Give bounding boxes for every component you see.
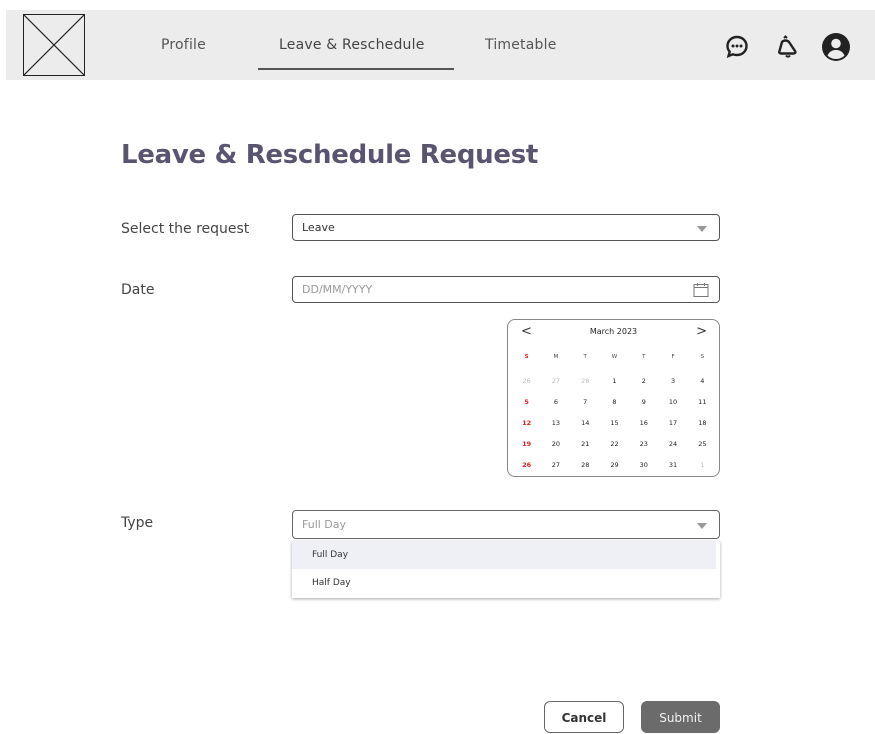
calendar-day[interactable]: 9 [629, 398, 658, 406]
type-label: Type [121, 515, 154, 531]
nav-tab-profile[interactable]: Profile [161, 37, 206, 53]
calendar-weekday-label: S [700, 354, 705, 360]
calendar-week-row: 26 27 28 29 30 31 1 [512, 454, 717, 475]
calendar-day[interactable]: 13 [541, 419, 570, 427]
calendar-next-month-button[interactable]: > [696, 325, 707, 338]
calendar-day[interactable]: 10 [658, 398, 687, 406]
request-select[interactable]: Leave [292, 214, 720, 241]
type-select[interactable]: Full Day [292, 510, 720, 539]
submit-button[interactable]: Submit [641, 701, 720, 733]
calendar-day[interactable]: 20 [541, 440, 570, 448]
date-picker-calendar: < March 2023 > S M T W T F S 26 27 28 1 2 3 4 5 6 7 8 9 10 1… [507, 319, 720, 477]
calendar-day[interactable]: 17 [658, 419, 687, 427]
calendar-day[interactable]: 1 [688, 461, 717, 469]
calendar-day[interactable]: 15 [600, 419, 629, 427]
type-select-placeholder: Full Day [302, 518, 347, 531]
request-select-value: Leave [302, 221, 335, 234]
calendar-month-title: March 2023 [589, 327, 638, 336]
calendar-weekday-label: M [553, 354, 559, 360]
calendar-grid: S M T W T F S 26 27 28 1 2 3 4 5 6 7 8 9 10 11 12 13 14 15 16 17 18… [512, 350, 717, 475]
calendar-day[interactable]: 1 [600, 377, 629, 385]
calendar-day[interactable]: 12 [512, 419, 541, 427]
page-title: Leave & Reschedule Request [121, 140, 539, 170]
bell-icon[interactable] [775, 34, 801, 60]
calendar-week-row: 12 13 14 15 16 17 18 [512, 412, 717, 433]
nav-tab-leave-reschedule[interactable]: Leave & Reschedule [279, 37, 425, 53]
calendar-day[interactable]: 26 [512, 377, 541, 385]
calendar-day[interactable]: 25 [688, 440, 717, 448]
nav-tab-timetable[interactable]: Timetable [485, 37, 557, 53]
calendar-day[interactable]: 27 [541, 377, 570, 385]
type-dropdown-list: Full Day Half Day [292, 541, 720, 598]
calendar-weekday-label: W [611, 354, 618, 360]
calendar-week-row: 19 20 21 22 23 24 25 [512, 433, 717, 454]
calendar-day[interactable]: 18 [688, 419, 717, 427]
calendar-day[interactable]: 14 [571, 419, 600, 427]
calendar-weekday-label: S [524, 354, 529, 360]
calendar-day[interactable]: 6 [541, 398, 570, 406]
date-placeholder: DD/MM/YYYY [302, 283, 373, 296]
calendar-day[interactable]: 22 [600, 440, 629, 448]
top-nav-bar: Profile Leave & Reschedule Timetable [6, 10, 875, 80]
calendar-day[interactable]: 5 [512, 398, 541, 406]
type-option-half-day[interactable]: Half Day [292, 569, 720, 597]
calendar-weekday-label: T [642, 354, 646, 360]
calendar-day[interactable]: 8 [600, 398, 629, 406]
cancel-button[interactable]: Cancel [544, 701, 624, 733]
request-label: Select the request [121, 221, 250, 237]
calendar-day[interactable]: 7 [571, 398, 600, 406]
calendar-day[interactable]: 31 [658, 461, 687, 469]
chat-icon[interactable] [724, 34, 750, 60]
date-input[interactable]: DD/MM/YYYY [292, 276, 720, 303]
calendar-weekday-label: T [583, 354, 587, 360]
calendar-day[interactable]: 21 [571, 440, 600, 448]
calendar-day[interactable]: 29 [600, 461, 629, 469]
calendar-weekday-row: SMTWTFS [512, 350, 717, 364]
calendar-day[interactable]: 2 [629, 377, 658, 385]
active-tab-underline [258, 68, 454, 70]
calendar-week-row: 26 27 28 1 2 3 4 [512, 370, 717, 391]
calendar-day[interactable]: 23 [629, 440, 658, 448]
date-label: Date [121, 282, 155, 298]
calendar-week-row: 5 6 7 8 9 10 11 [512, 391, 717, 412]
calendar-day[interactable]: 24 [658, 440, 687, 448]
calendar-header: < March 2023 > [508, 325, 719, 340]
calendar-day[interactable]: 30 [629, 461, 658, 469]
calendar-day[interactable]: 3 [658, 377, 687, 385]
calendar-day[interactable]: 16 [629, 419, 658, 427]
calendar-day[interactable]: 11 [688, 398, 717, 406]
calendar-day[interactable]: 28 [571, 377, 600, 385]
calendar-day[interactable]: 19 [512, 440, 541, 448]
calendar-day[interactable]: 4 [688, 377, 717, 385]
calendar-day[interactable]: 27 [541, 461, 570, 469]
logo-placeholder-icon[interactable] [23, 14, 85, 76]
type-option-full-day[interactable]: Full Day [292, 541, 716, 569]
calendar-day[interactable]: 26 [512, 461, 541, 469]
dropdown-caret-icon [697, 523, 707, 529]
calendar-weekday-label: F [671, 354, 675, 360]
calendar-day[interactable]: 28 [571, 461, 600, 469]
user-avatar-icon[interactable] [821, 32, 851, 62]
dropdown-caret-icon [697, 226, 707, 232]
calendar-icon[interactable] [693, 282, 709, 298]
